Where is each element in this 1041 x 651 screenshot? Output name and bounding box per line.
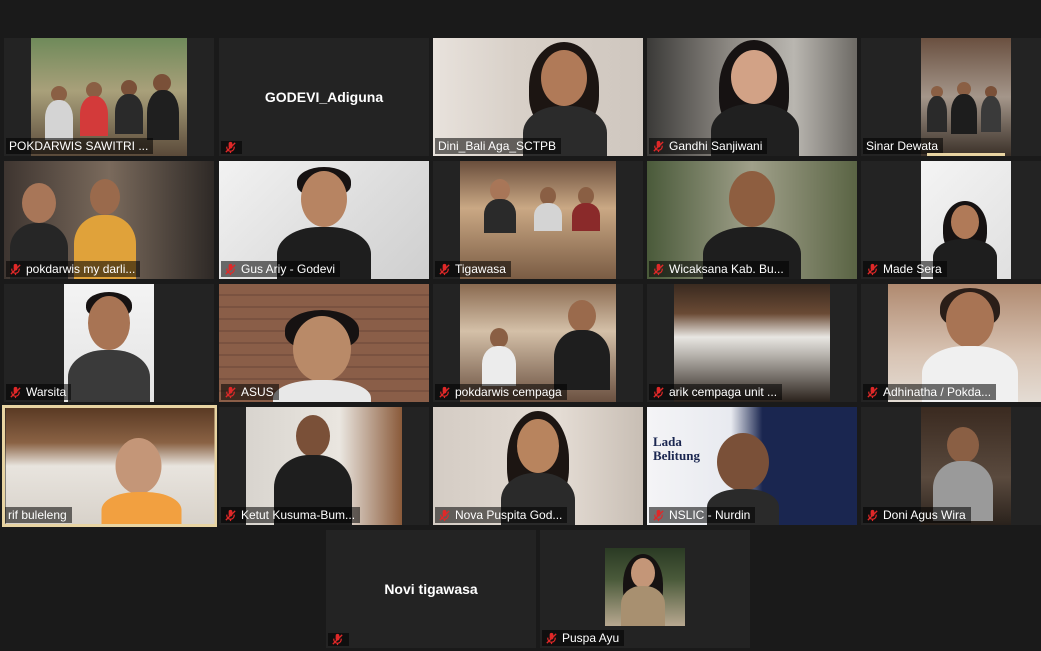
participant-name: NSLIC - Nurdin bbox=[669, 508, 751, 522]
muted-mic-icon bbox=[225, 141, 236, 154]
participant-name-label: Gandhi Sanjiwani bbox=[649, 138, 768, 154]
participant-tile[interactable]: Sinar Dewata bbox=[861, 38, 1041, 156]
participant-name: Wicaksana Kab. Bu... bbox=[669, 262, 784, 276]
muted-mic-icon bbox=[10, 263, 21, 275]
participant-name-label: Nova Puspita God... bbox=[435, 507, 568, 523]
muted-mic-icon bbox=[332, 633, 343, 646]
participant-name: Sinar Dewata bbox=[866, 139, 939, 153]
participant-name: Dini_Bali Aga_SCTPB bbox=[438, 139, 557, 153]
participant-tile[interactable]: Nova Puspita God... bbox=[433, 407, 643, 525]
participant-name: Tigawasa bbox=[455, 262, 506, 276]
muted-mic-icon bbox=[439, 263, 450, 275]
participant-name-label: Adhinatha / Pokda... bbox=[863, 384, 997, 400]
participant-video bbox=[605, 548, 685, 626]
participant-name: Ketut Kusuma-Bum... bbox=[241, 508, 356, 522]
participant-tile[interactable]: GODEVI_Adiguna bbox=[219, 38, 429, 156]
participant-tile[interactable]: Adhinatha / Pokda... bbox=[861, 284, 1041, 402]
banner-title: Lada Belitung bbox=[653, 434, 700, 463]
participant-name-label: pokdarwis cempaga bbox=[435, 384, 567, 400]
participant-name-label: Doni Agus Wira bbox=[863, 507, 971, 523]
participant-tile[interactable]: pokdarwis cempaga bbox=[433, 284, 643, 402]
participant-video bbox=[64, 284, 154, 402]
participant-name: Gus Ariy - Godevi bbox=[241, 262, 336, 276]
participant-name-label: POKDARWIS SAWITRI ... bbox=[6, 138, 154, 154]
muted-mic-icon bbox=[439, 509, 450, 521]
participant-name-label: Wicaksana Kab. Bu... bbox=[649, 261, 789, 277]
participant-tile[interactable]: Made Sera bbox=[861, 161, 1041, 279]
participant-display-name: GODEVI_Adiguna bbox=[264, 89, 384, 105]
participant-tile[interactable]: POKDARWIS SAWITRI ... bbox=[4, 38, 214, 156]
participant-name-label bbox=[221, 141, 242, 154]
muted-mic-icon bbox=[867, 263, 878, 275]
participant-tile[interactable]: arik cempaga unit ... bbox=[647, 284, 857, 402]
muted-mic-icon bbox=[546, 632, 557, 644]
muted-mic-icon bbox=[653, 509, 664, 521]
participant-name-label: Warsita bbox=[6, 384, 72, 400]
participant-name: pokdarwis my darli... bbox=[26, 262, 136, 276]
participant-name-label bbox=[328, 633, 349, 646]
participant-tile[interactable]: Puspa Ayu bbox=[540, 530, 750, 648]
participant-tile[interactable]: Tigawasa bbox=[433, 161, 643, 279]
participant-name-label: Sinar Dewata bbox=[863, 138, 944, 154]
participant-name-label: pokdarwis my darli... bbox=[6, 261, 141, 277]
participant-name-label: Dini_Bali Aga_SCTPB bbox=[435, 138, 562, 154]
muted-mic-icon bbox=[653, 386, 664, 398]
participant-name-label: Made Sera bbox=[863, 261, 947, 277]
participant-name: ASUS bbox=[241, 385, 274, 399]
participant-tile[interactable]: Novi tigawasa bbox=[326, 530, 536, 648]
participant-tile[interactable]: Dini_Bali Aga_SCTPB bbox=[433, 38, 643, 156]
participant-name-label: arik cempaga unit ... bbox=[649, 384, 783, 400]
muted-mic-icon bbox=[225, 386, 236, 398]
muted-mic-icon bbox=[867, 386, 878, 398]
participant-tile[interactable]: Lada Belitung NSLIC - Nurdin bbox=[647, 407, 857, 525]
participant-name-label: NSLIC - Nurdin bbox=[649, 507, 756, 523]
participant-name: Doni Agus Wira bbox=[883, 508, 966, 522]
participant-tile[interactable]: Gus Ariy - Godevi bbox=[219, 161, 429, 279]
participant-tile[interactable]: pokdarwis my darli... bbox=[4, 161, 214, 279]
participant-name: Made Sera bbox=[883, 262, 942, 276]
participant-tile[interactable]: ASUS bbox=[219, 284, 429, 402]
participant-name: Warsita bbox=[26, 385, 67, 399]
participant-name: Puspa Ayu bbox=[562, 631, 620, 645]
participant-name: pokdarwis cempaga bbox=[455, 385, 562, 399]
participant-name-label: Ketut Kusuma-Bum... bbox=[221, 507, 361, 523]
muted-mic-icon bbox=[225, 263, 236, 275]
participant-name: Nova Puspita God... bbox=[455, 508, 563, 522]
muted-mic-icon bbox=[867, 509, 878, 521]
participant-tile[interactable]: Warsita bbox=[4, 284, 214, 402]
muted-mic-icon bbox=[653, 140, 664, 152]
participant-tile[interactable]: Wicaksana Kab. Bu... bbox=[647, 161, 857, 279]
participant-name-label: ASUS bbox=[221, 384, 279, 400]
participant-tile[interactable]: Ketut Kusuma-Bum... bbox=[219, 407, 429, 525]
participant-display-name: Novi tigawasa bbox=[384, 581, 478, 597]
participant-tile-active-speaker[interactable]: rif buleleng bbox=[2, 405, 217, 527]
participant-name-label: Tigawasa bbox=[435, 261, 511, 277]
participant-tile[interactable]: Gandhi Sanjiwani bbox=[647, 38, 857, 156]
participant-name: rif buleleng bbox=[8, 508, 67, 522]
participant-name: Adhinatha / Pokda... bbox=[883, 385, 992, 399]
participant-name: Gandhi Sanjiwani bbox=[669, 139, 763, 153]
muted-mic-icon bbox=[225, 509, 236, 521]
muted-mic-icon bbox=[439, 386, 450, 398]
participant-name: POKDARWIS SAWITRI ... bbox=[9, 139, 149, 153]
muted-mic-icon bbox=[10, 386, 21, 398]
participant-name-label: Gus Ariy - Godevi bbox=[221, 261, 341, 277]
speaking-indicator bbox=[927, 153, 1005, 156]
participant-tile[interactable]: Doni Agus Wira bbox=[861, 407, 1041, 525]
participant-name-label: rif buleleng bbox=[5, 507, 72, 523]
video-grid: POKDARWIS SAWITRI ... GODEVI_Adiguna Din… bbox=[0, 0, 1041, 651]
muted-mic-icon bbox=[653, 263, 664, 275]
participant-name-label: Puspa Ayu bbox=[542, 630, 625, 646]
participant-name: arik cempaga unit ... bbox=[669, 385, 778, 399]
